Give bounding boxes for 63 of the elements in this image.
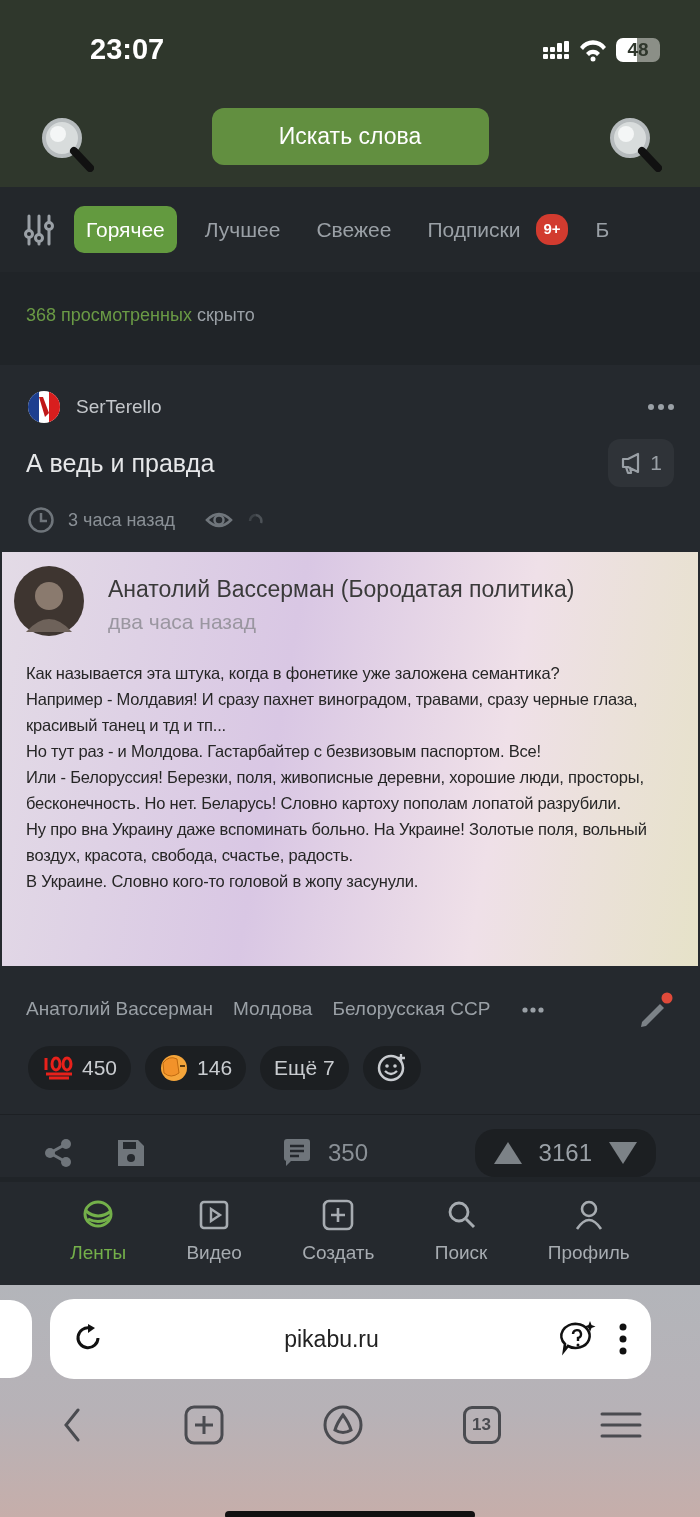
tabs-count-button[interactable]: 13 <box>462 1406 501 1444</box>
clock-time: 23:07 <box>90 32 165 68</box>
post-text: Как называется эта штука, когда в фонетике уже заложена семантика? <box>26 662 561 684</box>
post-text: Или - Белоруссия! Березки, поля, живописные деревни, хорошие люди, просторы, бесконечность. Но нет. Беларусь! Словно картоху пополам лопатой разрубили. <box>26 766 645 814</box>
post-time: 3 часа назад <box>68 508 175 532</box>
post-text: Ну про вна Украину даже вспоминать больно. На Украине! Золотые поля, вольный воздух, красота, свобода, счастье, радость. <box>26 818 648 866</box>
comment-icon <box>282 1137 312 1168</box>
feed-tab[interactable]: Подписки <box>419 205 529 254</box>
nav-tab[interactable]: Ленты <box>64 1198 133 1269</box>
assistant-chat-icon[interactable] <box>559 1321 597 1357</box>
tag-link[interactable]: Анатолий Вассерман <box>26 995 214 1024</box>
nav-tab[interactable]: Поиск <box>428 1198 494 1269</box>
post-text: Например - Молдавия! И сразу пахнет виноградом, травами, сразу черные глаза, красивый танец и тд и тп... <box>26 688 639 736</box>
reaction-button[interactable]: Ещё 7 <box>260 1045 349 1090</box>
author-name[interactable]: SerTerello <box>76 392 162 422</box>
clock-icon <box>28 507 54 533</box>
reaction-button[interactable]: 450 <box>28 1045 132 1090</box>
feed-tab[interactable]: Горячее <box>74 205 177 254</box>
feed-tab[interactable]: Лучшее <box>196 205 289 254</box>
save-icon[interactable] <box>116 1137 146 1168</box>
profile-name: Анатолий Вассерман (Бородатая политика) <box>108 574 575 604</box>
assistant-icon[interactable] <box>323 1405 363 1445</box>
rating-count: 3161 <box>538 1137 592 1168</box>
new-tab-icon[interactable] <box>183 1405 224 1445</box>
menu-icon[interactable] <box>600 1411 642 1439</box>
video-icon <box>198 1199 231 1232</box>
share-icon[interactable] <box>44 1137 72 1168</box>
tag-link[interactable]: Молдова <box>233 995 313 1024</box>
viewed-posts-link[interactable]: 368 просмотренных <box>26 305 192 325</box>
hidden-posts-note: 368 просмотренных скрыто <box>26 304 256 327</box>
more-tags-icon[interactable] <box>522 1006 545 1013</box>
add-emoji-icon <box>376 1052 407 1083</box>
feed-tab[interactable]: Б <box>587 205 618 254</box>
add-reaction-button[interactable] <box>362 1045 421 1090</box>
url-text: pikabu.ru <box>283 1324 380 1354</box>
nav-tab[interactable]: Видео <box>180 1198 248 1269</box>
boost-button[interactable]: 1 <box>608 439 674 487</box>
nav-tab[interactable]: Создать <box>296 1198 381 1269</box>
post-text: Но тут раз - и Молдова. Гастарбайтер с безвизовым паспортом. Все! <box>26 740 542 762</box>
reaction-button[interactable]: 146 <box>145 1045 247 1090</box>
more-vertical-icon[interactable] <box>619 1323 627 1355</box>
author-avatar[interactable] <box>28 391 60 423</box>
feed-tab[interactable]: Свежее <box>308 205 400 254</box>
hundred-points-icon <box>42 1054 74 1081</box>
filter-icon[interactable] <box>24 213 54 246</box>
downvote-icon[interactable] <box>608 1139 638 1166</box>
create-icon <box>322 1199 355 1232</box>
comments-button[interactable]: 350 <box>276 1133 375 1172</box>
avatar-silhouette <box>14 565 84 636</box>
more-icon[interactable] <box>648 404 674 410</box>
count-badge: 9+ <box>536 214 568 245</box>
address-bar[interactable]: pikabu.ru <box>50 1299 651 1379</box>
nav-tab[interactable]: Профиль <box>541 1198 636 1269</box>
views-icon <box>204 510 233 530</box>
facepalm-icon <box>159 1052 190 1083</box>
post-time: два часа назад <box>108 609 257 635</box>
wifi-icon <box>578 38 608 62</box>
tag-link[interactable]: Белорусская ССР <box>332 995 491 1024</box>
post-title[interactable]: А ведь и правда <box>26 447 215 478</box>
edit-pencil-icon[interactable] <box>638 991 674 1028</box>
signal-icon <box>543 41 570 59</box>
search-words-button[interactable]: Искать слова <box>211 108 489 165</box>
post-text: В Украине. Словно кого-то головой в жопу засунули. <box>26 870 420 892</box>
